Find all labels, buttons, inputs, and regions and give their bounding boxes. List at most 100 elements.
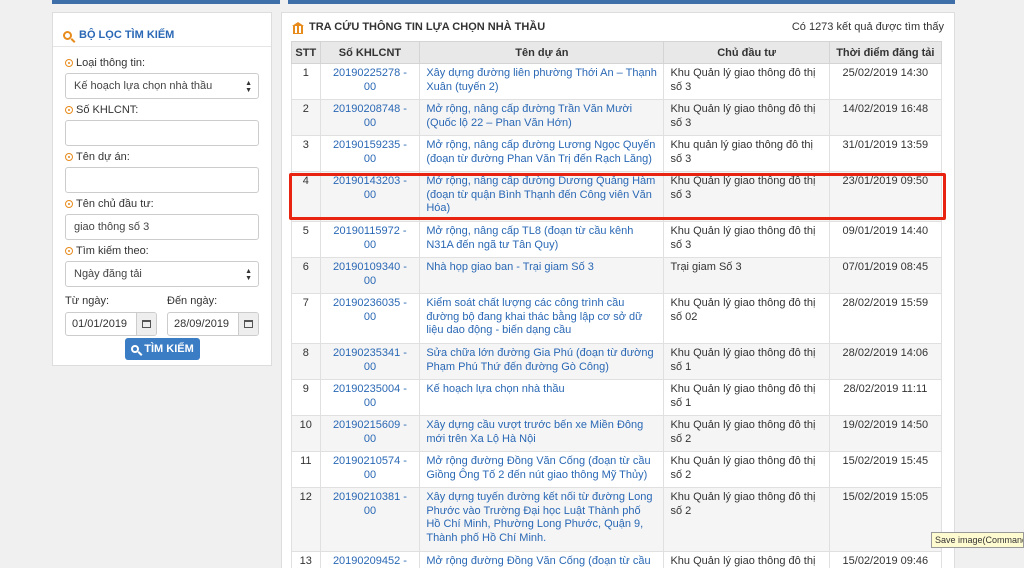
row-time: 31/01/2019 13:59 [828, 135, 943, 172]
row-owner: Khu Quản lý giao thông đô thị số 2 [663, 415, 830, 452]
row-time: 15/02/2019 15:05 [828, 487, 943, 552]
chu-dau-tu-input[interactable]: giao thông số 3 [65, 214, 259, 240]
ten-du-an-label: Tên dự án: [65, 150, 259, 164]
bullet-icon [65, 106, 73, 114]
loai-select[interactable]: Kế hoạch lựa chọn nhà thầu ▲ ▼ [65, 73, 259, 99]
table-row: 11 20190210574 - 00 Mở rộng đường Đồng Văn… [291, 451, 943, 488]
so-khlcnt-input[interactable] [65, 120, 259, 146]
row-project-link[interactable]: Mở rộng, nâng cấp đường Trần Văn Mười (Q… [419, 99, 665, 136]
col-chu-dau-tu: Chủ đầu tư [663, 41, 830, 64]
row-code-link[interactable]: 20190109340 - 00 [319, 257, 421, 294]
row-stt: 3 [291, 135, 321, 172]
results-table: STT Số KHLCNT Tên dự án Chủ đầu tư Thời … [291, 41, 943, 568]
table-row: 1320190209452 - 00Mở rộng đường Đồng Văn… [291, 551, 943, 568]
calendar-icon [244, 320, 253, 328]
so-khlcnt-label: Số KHLCNT: [65, 103, 259, 117]
calendar-button[interactable] [136, 313, 156, 335]
row-owner: Khu Quản lý giao thông đô thị số 2 [663, 487, 830, 552]
row-owner: Khu Quản lý giao thông đô thị số 1 [663, 343, 830, 380]
row-code-link[interactable]: 20190225278 - 00 [319, 63, 421, 100]
row-project-link[interactable]: Nhà họp giao ban - Trại giam Số 3 [419, 257, 665, 294]
row-code-link[interactable]: 20190210381 - 00 [319, 487, 421, 552]
den-ngay-label: Đến ngày: [167, 295, 218, 307]
row-project-link[interactable]: Mở rộng, nâng cấp TL8 (đoạn từ cầu kênh … [419, 221, 665, 258]
row-time: 28/02/2019 14:06 [828, 343, 943, 380]
tu-ngay-input[interactable]: 01/01/2019 [65, 312, 157, 336]
bullet-icon [65, 200, 73, 208]
results-title: TRA CỨU THÔNG TIN LỰA CHỌN NHÀ THẦU [292, 21, 545, 34]
row-stt: 10 [291, 415, 321, 452]
col-so-khlcnt: Số KHLCNT [319, 41, 421, 64]
bullet-icon [65, 59, 73, 67]
row-stt: 9 [291, 379, 321, 416]
row-project-link[interactable]: Kế hoạch lựa chọn nhà thầu [419, 379, 665, 416]
row-code-link[interactable]: 20190215609 - 00 [319, 415, 421, 452]
row-code-link[interactable]: 20190115972 - 00 [319, 221, 421, 258]
row-owner: Khu Quản lý giao thông đô thị số 2 [663, 551, 830, 568]
search-icon [131, 345, 140, 353]
tu-ngay-label: Từ ngày: [65, 295, 110, 307]
bullet-icon [65, 247, 73, 255]
row-project-link[interactable]: Mở rộng đường Đồng Văn Cống (đoạn từ cầu [419, 551, 665, 568]
table-row: 10 20190215609 - 00 Xây dựng cầu vượt trướ… [291, 415, 943, 452]
row-time: 15/02/2019 09:46 [828, 551, 943, 568]
row-stt: 12 [291, 487, 321, 552]
row-project-link[interactable]: Xây dựng cầu vượt trước bến xe Miền Đông… [419, 415, 665, 452]
row-stt: 2 [291, 99, 321, 136]
row-project-link[interactable]: Mở rộng đường Đồng Văn Cống (đoạn từ cầu… [419, 451, 665, 488]
col-thoi-diem: Thời điểm đăng tải [828, 41, 943, 64]
search-filter-panel: BỘ LỌC TÌM KIẾM Loại thông tin: Kế hoạch… [52, 12, 272, 366]
bullet-icon [65, 153, 73, 161]
row-owner: Khu quản lý giao thông đô thị số 3 [663, 135, 830, 172]
row-stt: 5 [291, 221, 321, 258]
calendar-button[interactable] [238, 313, 258, 335]
row-code-link[interactable]: 20190159235 - 00 [319, 135, 421, 172]
select-arrows-icon: ▲ ▼ [245, 268, 252, 282]
row-code-link[interactable]: 20190210574 - 00 [319, 451, 421, 488]
table-row: 5 20190115972 - 00 Mở rộng, nâng cấp TL8 (… [291, 221, 943, 258]
loai-label: Loại thông tin: [65, 56, 259, 70]
row-time: 28/02/2019 15:59 [828, 293, 943, 344]
table-row: 12 20190210381 - 00 Xây dựng tuyến đường k… [291, 487, 943, 552]
row-owner: Khu Quản lý giao thông đô thị số 1 [663, 379, 830, 416]
row-code-link[interactable]: 20190236035 - 00 [319, 293, 421, 344]
filter-header: BỘ LỌC TÌM KIẾM [53, 13, 271, 47]
col-ten-du-an: Tên dự án [419, 41, 665, 64]
row-stt: 1 [291, 63, 321, 100]
table-row: 9 20190235004 - 00 Kế hoạch lựa chọn nhà t… [291, 379, 943, 416]
row-project-link[interactable]: Sửa chữa lớn đường Gia Phú (đoạn từ đườn… [419, 343, 665, 380]
table-row: 7 20190236035 - 00 Kiểm soát chất lượng cá… [291, 293, 943, 344]
tim-theo-select[interactable]: Ngày đăng tải ▲ ▼ [65, 261, 259, 287]
row-owner: Trại giam Số 3 [663, 257, 830, 294]
row-time: 28/02/2019 11:11 [828, 379, 943, 416]
tim-theo-label: Tìm kiếm theo: [65, 244, 259, 258]
row-code-link[interactable]: 20190235341 - 00 [319, 343, 421, 380]
table-row: 6 20190109340 - 00 Nhà họp giao ban - Trại… [291, 257, 943, 294]
row-stt: 7 [291, 293, 321, 344]
highlight-box [289, 173, 946, 220]
row-time: 25/02/2019 14:30 [828, 63, 943, 100]
row-code-link[interactable]: 20190209452 - 00 [319, 551, 421, 568]
table-row: 8 20190235341 - 00 Sửa chữa lớn đường Gia … [291, 343, 943, 380]
row-time: 14/02/2019 16:48 [828, 99, 943, 136]
row-project-link[interactable]: Xây dựng đường liên phường Thới An – Thạ… [419, 63, 665, 100]
top-nav-bar [52, 0, 955, 4]
search-button[interactable]: TÌM KIẾM [125, 338, 200, 360]
row-project-link[interactable]: Mở rộng, nâng cấp đường Lương Ngọc Quyến… [419, 135, 665, 172]
row-project-link[interactable]: Kiểm soát chất lượng các công trình cầu … [419, 293, 665, 344]
row-project-link[interactable]: Xây dựng tuyến đường kết nối từ đường Lo… [419, 487, 665, 552]
row-code-link[interactable]: 20190235004 - 00 [319, 379, 421, 416]
chu-dau-tu-label: Tên chủ đầu tư: [65, 197, 259, 211]
col-stt: STT [291, 41, 321, 64]
row-code-link[interactable]: 20190208748 - 00 [319, 99, 421, 136]
bank-icon [292, 21, 304, 34]
filter-title: BỘ LỌC TÌM KIẾM [79, 29, 175, 41]
ten-du-an-input[interactable] [65, 167, 259, 193]
den-ngay-input[interactable]: 28/09/2019 [167, 312, 259, 336]
save-image-tooltip: Save image(Command+S) [931, 532, 1024, 548]
search-icon [63, 30, 72, 40]
row-owner: Khu Quản lý giao thông đô thị số 3 [663, 63, 830, 100]
row-stt: 6 [291, 257, 321, 294]
row-time: 09/01/2019 14:40 [828, 221, 943, 258]
row-time: 15/02/2019 15:45 [828, 451, 943, 488]
